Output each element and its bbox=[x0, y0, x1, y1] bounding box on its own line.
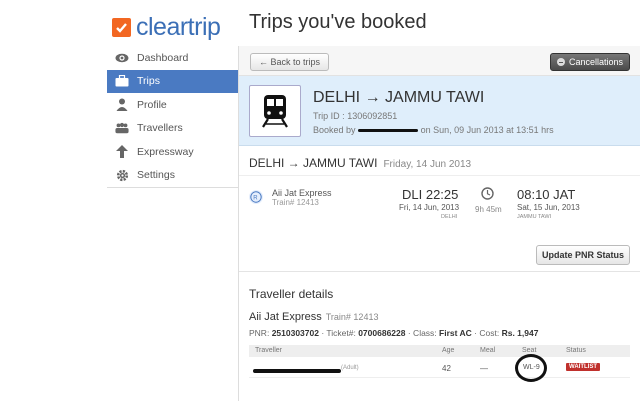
sidebar-item-settings[interactable]: Settings bbox=[107, 164, 238, 188]
sidebar-item-label: Travellers bbox=[137, 122, 183, 135]
traveller-train-number: Train# 12413 bbox=[325, 312, 379, 322]
traveller-details: Traveller details Aii Jat Express Train# … bbox=[239, 272, 640, 392]
traveller-train-name: Aii Jat Express bbox=[249, 311, 322, 323]
trip-toolbar: ← Back to trips Cancellations bbox=[239, 46, 640, 76]
sidebar-item-profile[interactable]: Profile bbox=[107, 93, 238, 117]
back-to-trips-button[interactable]: ← Back to trips bbox=[250, 53, 330, 71]
arrival-date: Sat, 15 Jun, 2013 bbox=[517, 203, 580, 212]
cost-value: Rs. 1,947 bbox=[501, 328, 539, 338]
pnr-line: PNR: 2510303702 · Ticket#: 0700686228 · … bbox=[249, 328, 538, 338]
redacted-mark bbox=[358, 129, 419, 133]
departure-time: DLI 22:25 bbox=[402, 187, 459, 202]
column-header: Seat bbox=[522, 347, 537, 354]
traveller-type: (Adult) bbox=[341, 365, 359, 371]
people-icon bbox=[115, 121, 129, 135]
trip-route: DELHI → JAMMU TAWI bbox=[313, 89, 485, 106]
trip-summary: DELHI → JAMMU TAWI Trip ID : 1306092851 … bbox=[239, 76, 640, 146]
class-label: · Class: bbox=[407, 328, 437, 338]
departure-station: DELHI bbox=[441, 214, 458, 220]
train-number: Train# 12413 bbox=[272, 198, 319, 207]
journey-route-title: DELHI → JAMMU TAWI Friday, 14 Jun 2013 bbox=[249, 156, 471, 170]
divider bbox=[239, 175, 640, 176]
traveller-train: Aii Jat Express Train# 12413 bbox=[249, 311, 378, 323]
status-badge: WAITLIST bbox=[566, 363, 600, 371]
trip-id-label: Trip ID : bbox=[313, 111, 345, 121]
sidebar-item-travellers[interactable]: Travellers bbox=[107, 117, 238, 141]
trip-id-value: 1306092851 bbox=[347, 111, 398, 121]
column-header: Status bbox=[566, 347, 586, 354]
departure-date: Fri, 14 Jun, 2013 bbox=[399, 203, 460, 212]
booked-by-line: Booked by on Sun, 09 Jun 2013 at 13:51 h… bbox=[313, 125, 554, 135]
cost-label: · Cost: bbox=[474, 328, 500, 338]
eye-icon bbox=[115, 51, 129, 65]
sidebar-item-trips[interactable]: Trips bbox=[107, 69, 238, 93]
class-value: First AC bbox=[439, 328, 472, 338]
gear-icon bbox=[115, 168, 129, 182]
annotation-circle bbox=[515, 354, 547, 382]
minus-circle-icon bbox=[556, 58, 565, 66]
journey-duration: 9h 45m bbox=[475, 205, 502, 214]
cancellations-label: Cancellations bbox=[568, 57, 624, 67]
ticket-label: · Ticket#: bbox=[321, 328, 356, 338]
trip-panel: ← Back to trips Cancellations DELHI → JA… bbox=[238, 46, 640, 401]
ticket-value: 0700686228 bbox=[358, 328, 406, 338]
svg-text:R: R bbox=[253, 195, 258, 201]
sidebar-item-label: Profile bbox=[137, 98, 167, 111]
sidebar-divider bbox=[107, 187, 238, 188]
redacted-mark bbox=[253, 366, 341, 375]
person-icon bbox=[115, 98, 129, 112]
traveller-table-header: Traveller Age Meal Seat Status bbox=[249, 345, 630, 357]
sidebar-item-label: Trips bbox=[137, 75, 160, 88]
journey-date: Friday, 14 Jun 2013 bbox=[383, 159, 472, 170]
traveller-meal: — bbox=[480, 364, 488, 373]
sidebar-item-label: Dashboard bbox=[137, 51, 189, 64]
sidebar-item-label: Expressway bbox=[137, 145, 194, 158]
page-title: Trips you've booked bbox=[249, 11, 427, 33]
railway-logo-icon: R bbox=[249, 190, 263, 204]
suitcase-icon bbox=[115, 74, 129, 88]
table-row: (Adult) 42 — WL-9 WAITLIST bbox=[249, 354, 630, 382]
clock-icon bbox=[481, 187, 494, 205]
traveller-age: 42 bbox=[442, 364, 451, 373]
logo-text: cleartrip bbox=[136, 13, 221, 41]
journey-route: DELHI → JAMMU TAWI bbox=[249, 156, 378, 170]
column-header: Age bbox=[442, 347, 455, 354]
arrival-time: 08:10 JAT bbox=[517, 187, 576, 202]
booked-on-text: on Sun, 09 Jun 2013 at 13:51 hrs bbox=[420, 125, 554, 135]
pnr-label: PNR: bbox=[249, 328, 270, 338]
cancellations-button[interactable]: Cancellations bbox=[550, 53, 630, 71]
sidebar-item-dashboard[interactable]: Dashboard bbox=[107, 46, 238, 70]
cleartrip-logo[interactable]: cleartrip bbox=[112, 13, 221, 42]
train-icon bbox=[249, 85, 301, 137]
journey-card: DELHI → JAMMU TAWI Friday, 14 Jun 2013 R … bbox=[239, 146, 640, 272]
column-header: Meal bbox=[480, 347, 496, 354]
update-pnr-status-button[interactable]: Update PNR Status bbox=[536, 245, 630, 265]
sidebar: Dashboard Trips Profile Travellers Expre… bbox=[107, 46, 238, 187]
sidebar-item-label: Settings bbox=[137, 169, 175, 182]
pnr-value: 2510303702 bbox=[271, 328, 319, 338]
traveller-details-title: Traveller details bbox=[249, 287, 334, 301]
trip-id-line: Trip ID : 1306092851 bbox=[313, 111, 397, 121]
arrow-up-icon bbox=[115, 145, 129, 159]
train-name: Aii Jat Express bbox=[272, 188, 332, 198]
sidebar-item-expressway[interactable]: Expressway bbox=[107, 140, 238, 164]
checkmark-icon bbox=[112, 18, 131, 37]
booked-by-label: Booked by bbox=[313, 125, 356, 135]
column-header: Traveller bbox=[255, 347, 282, 354]
arrival-station: JAMMU TAWI bbox=[517, 214, 552, 220]
